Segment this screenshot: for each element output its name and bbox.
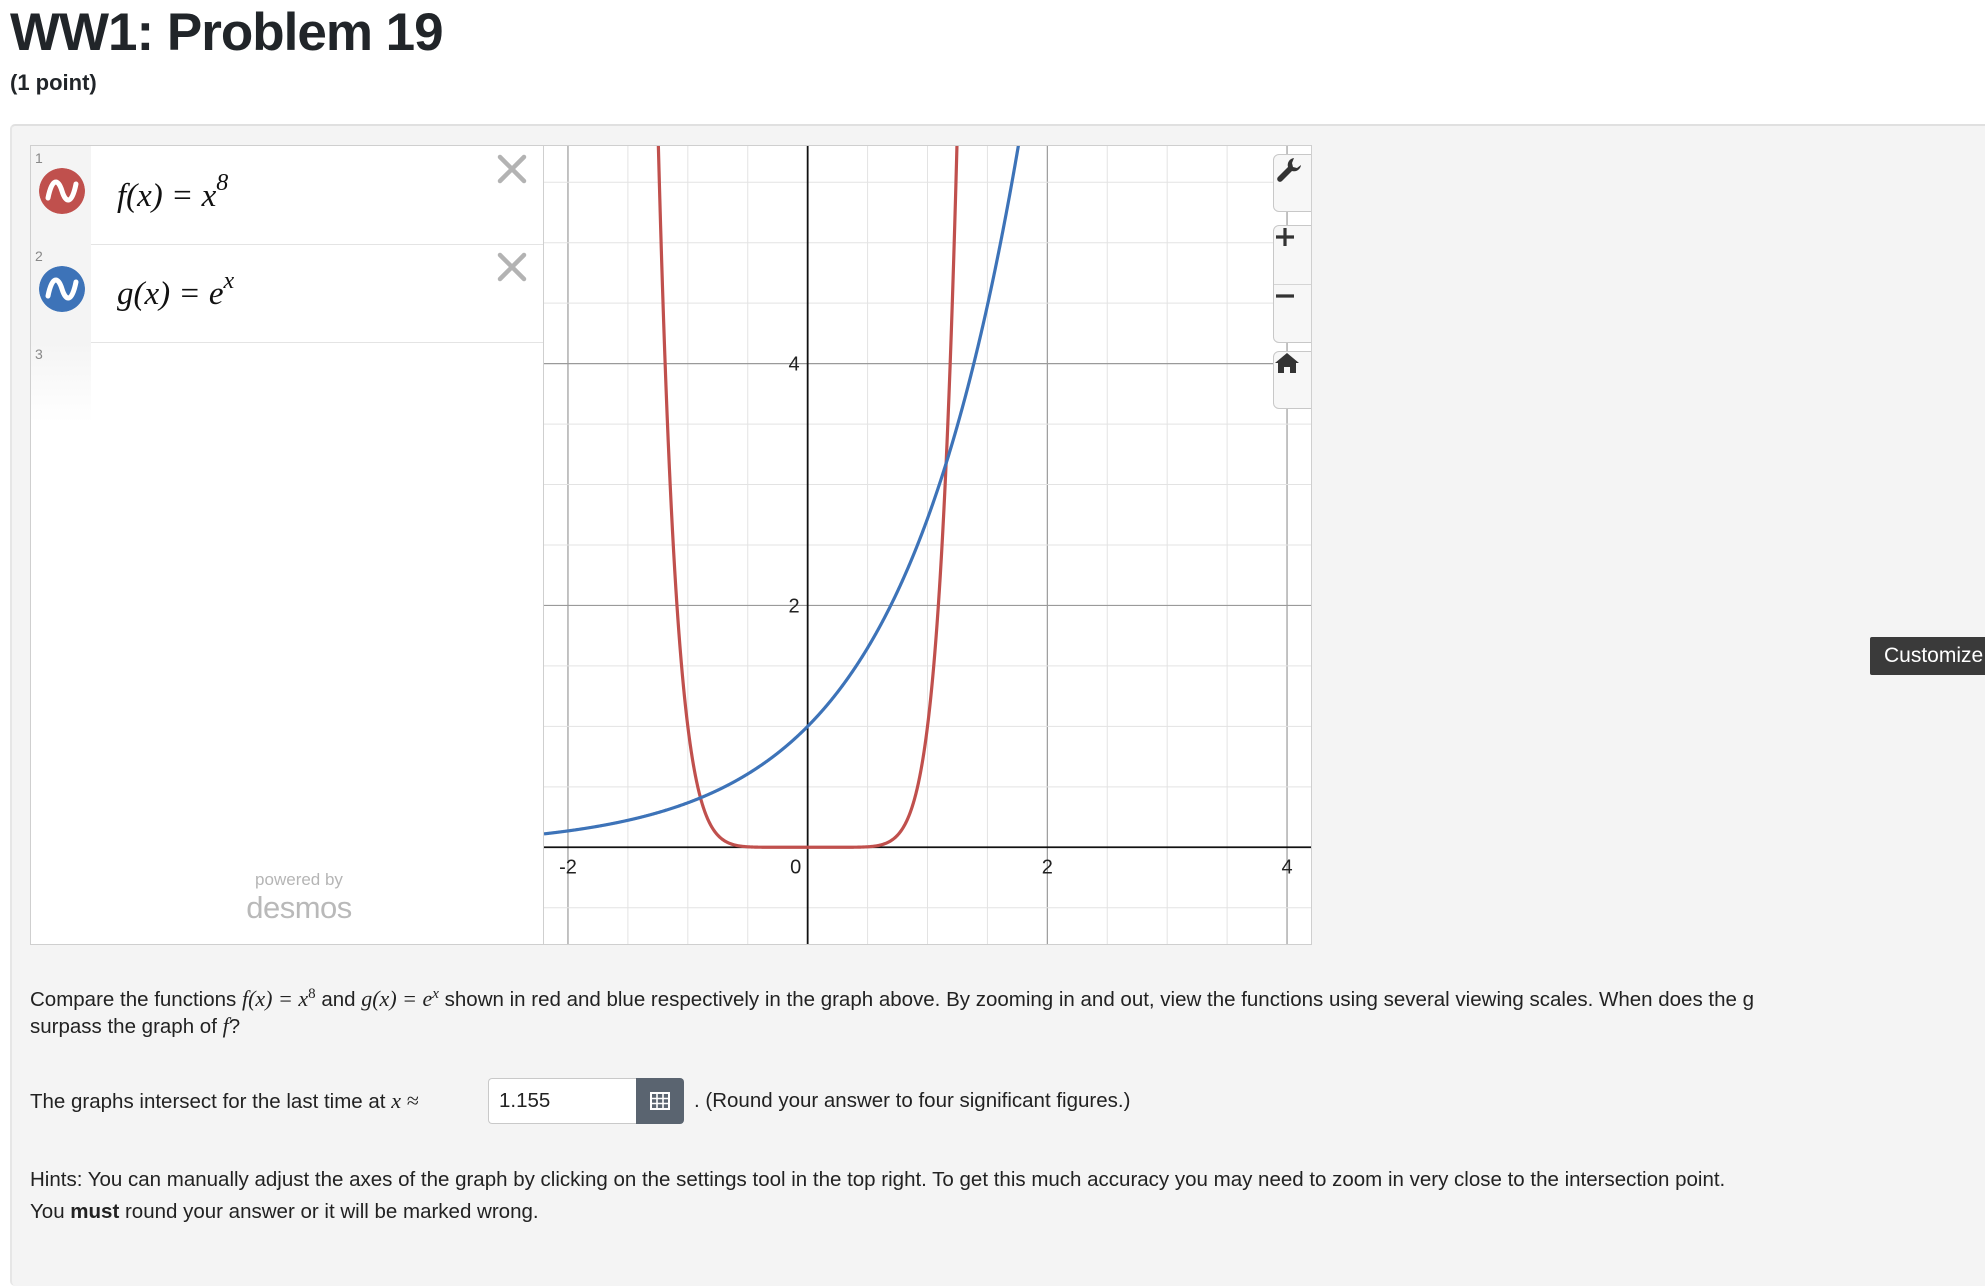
expression-index: 2 <box>35 248 43 264</box>
page-title: WW1: Problem 19 <box>10 3 444 62</box>
graph-paper[interactable]: -2 0 2 4 2 4 <box>544 146 1311 944</box>
home-button[interactable] <box>1273 351 1311 409</box>
graph-color-icon[interactable] <box>39 266 85 312</box>
answer-suffix: . (Round your answer to four significant… <box>694 1089 1131 1112</box>
question-math-f: f(x) = x <box>241 985 309 1011</box>
points-label: (1 point) <box>10 70 97 95</box>
x-tick-label: 0 <box>790 856 801 878</box>
expression-index: 1 <box>35 150 43 166</box>
hint-segment: You <box>30 1200 65 1223</box>
question-segment: shown in red and blue respectively in th… <box>444 987 1754 1011</box>
settings-button[interactable] <box>1273 154 1311 212</box>
question-segment: surpass the graph of <box>30 1015 217 1038</box>
expression-index: 3 <box>35 346 43 362</box>
hints-line-2: You must round your answer or it will be… <box>30 1196 539 1228</box>
x-tick-label: 2 <box>1042 856 1053 878</box>
question-math-g: g(x) = e <box>361 985 433 1011</box>
y-tick-label: 2 <box>789 595 800 617</box>
graph-color-icon[interactable] <box>39 168 85 214</box>
expression-text: g(x) = e <box>117 276 224 312</box>
question-segment: and <box>321 987 356 1011</box>
question-math-g-exp: x <box>432 986 439 1002</box>
desmos-calculator[interactable]: 1 f(x) = x8 2 g(x) = ex 3 powered by des… <box>30 145 1312 945</box>
equation-editor-button[interactable] <box>636 1078 684 1124</box>
close-icon[interactable] <box>495 152 529 186</box>
plus-icon <box>1276 228 1294 246</box>
answer-prefix-math: x ≈ <box>391 1088 419 1113</box>
hints-line-1: Hints: You can manually adjust the axes … <box>30 1168 1726 1191</box>
expression-row-1[interactable]: 1 f(x) = x8 <box>31 146 543 245</box>
expression-row-3[interactable]: 3 <box>31 342 91 422</box>
expression-gutter: 1 <box>31 146 91 244</box>
answer-prefix-text: The graphs intersect for the last time a… <box>30 1090 386 1113</box>
question-text: Compare the functions f(x) = x8 and g(x)… <box>30 978 1754 1016</box>
question-text-line2: surpass the graph of f? <box>30 1010 240 1043</box>
zoom-controls <box>1273 225 1311 343</box>
expression-row-2[interactable]: 2 g(x) = ex <box>31 244 543 343</box>
customize-button[interactable]: Customize <box>1870 637 1985 675</box>
x-tick-label: 4 <box>1281 856 1292 878</box>
question-segment: Compare the functions <box>30 987 237 1011</box>
expression-gutter: 2 <box>31 244 91 342</box>
answer-input[interactable] <box>488 1078 638 1124</box>
question-segment: ? <box>228 1015 241 1038</box>
answer-prefix: The graphs intersect for the last time a… <box>30 1085 419 1118</box>
home-icon <box>1275 353 1299 373</box>
expression-math[interactable]: f(x) = x8 <box>117 170 228 215</box>
question-math-f-exp: 8 <box>308 986 316 1002</box>
close-icon[interactable] <box>495 250 529 284</box>
graph-canvas[interactable]: -2 0 2 4 2 4 <box>544 146 1311 944</box>
expression-exponent: 8 <box>216 170 229 196</box>
hint-emphasis: must <box>70 1200 120 1223</box>
hint-segment: round your answer or it will be marked w… <box>124 1200 539 1223</box>
y-tick-label: 4 <box>789 354 800 376</box>
expression-exponent: x <box>223 268 235 294</box>
wrench-icon <box>1277 158 1301 182</box>
expression-text: f(x) = x <box>117 178 217 214</box>
grid-icon <box>650 1092 670 1110</box>
expression-list: 1 f(x) = x8 2 g(x) = ex 3 powered by des… <box>31 146 544 944</box>
minus-icon <box>1276 294 1294 298</box>
expression-math[interactable]: g(x) = ex <box>117 268 234 313</box>
x-tick-label: -2 <box>559 856 577 878</box>
powered-by-label: powered by <box>255 870 343 889</box>
series-line <box>544 146 1020 836</box>
desmos-logo[interactable]: desmos <box>219 890 379 926</box>
zoom-in-button[interactable] <box>1274 226 1311 284</box>
zoom-out-button[interactable] <box>1274 285 1311 343</box>
